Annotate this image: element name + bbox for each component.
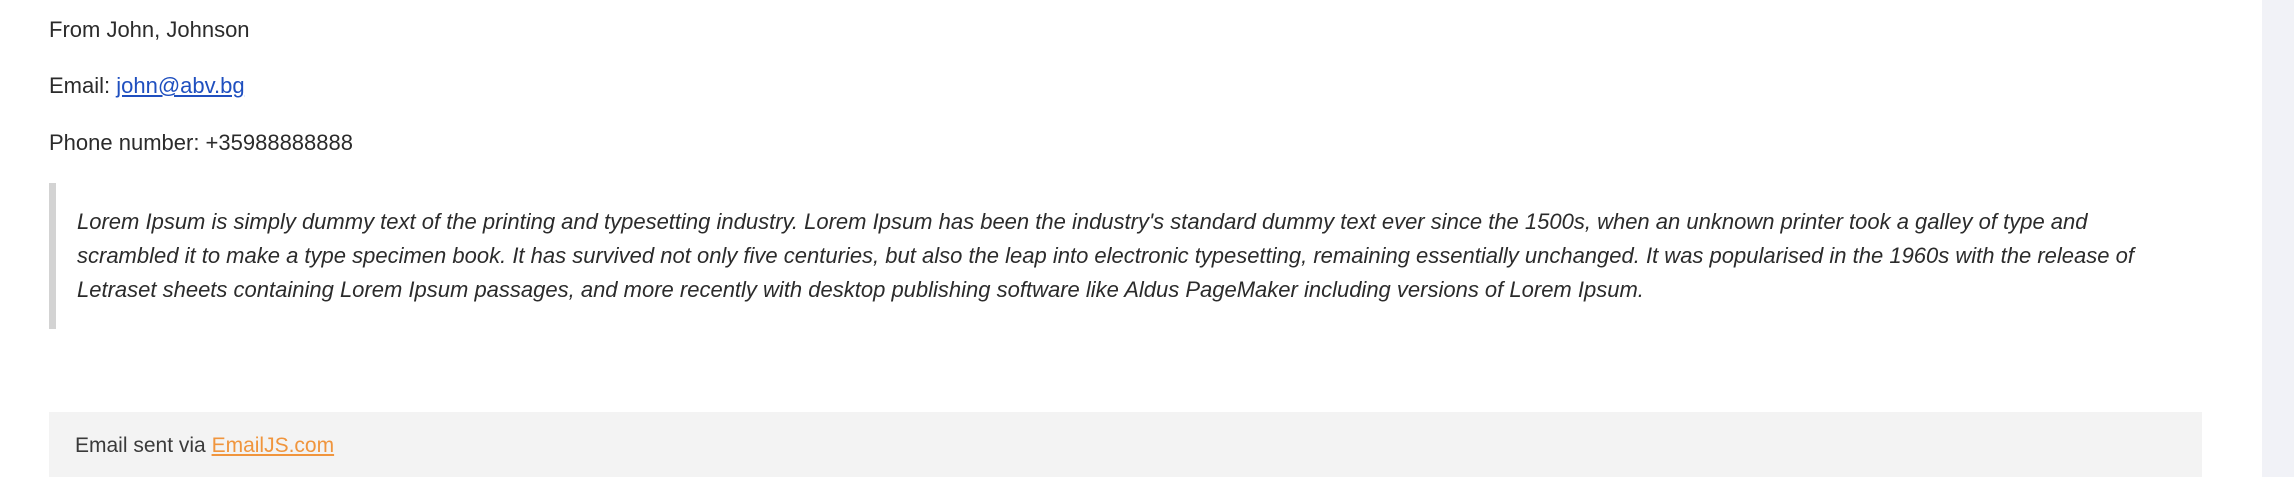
sender-name: From John, Johnson [49, 17, 250, 42]
email-preview-page: From John, Johnson Email: john@abv.bg Ph… [0, 0, 2294, 477]
message-blockquote: Lorem Ipsum is simply dummy text of the … [49, 183, 2202, 329]
email-footer: Email sent via EmailJS.com [49, 412, 2202, 477]
scrollbar-track[interactable] [2262, 0, 2294, 477]
footer-text: Email sent via EmailJS.com [75, 433, 334, 459]
sender-phone: Phone number: +35988888888 [49, 130, 353, 155]
message-text: Lorem Ipsum is simply dummy text of the … [77, 209, 2134, 302]
sender-email-link[interactable]: john@abv.bg [116, 73, 244, 98]
footer-prefix: Email sent via [75, 434, 212, 457]
email-label: Email: [49, 73, 117, 98]
emailjs-link[interactable]: EmailJS.com [212, 434, 335, 457]
sender-email-row: Email: john@abv.bg [49, 72, 245, 100]
